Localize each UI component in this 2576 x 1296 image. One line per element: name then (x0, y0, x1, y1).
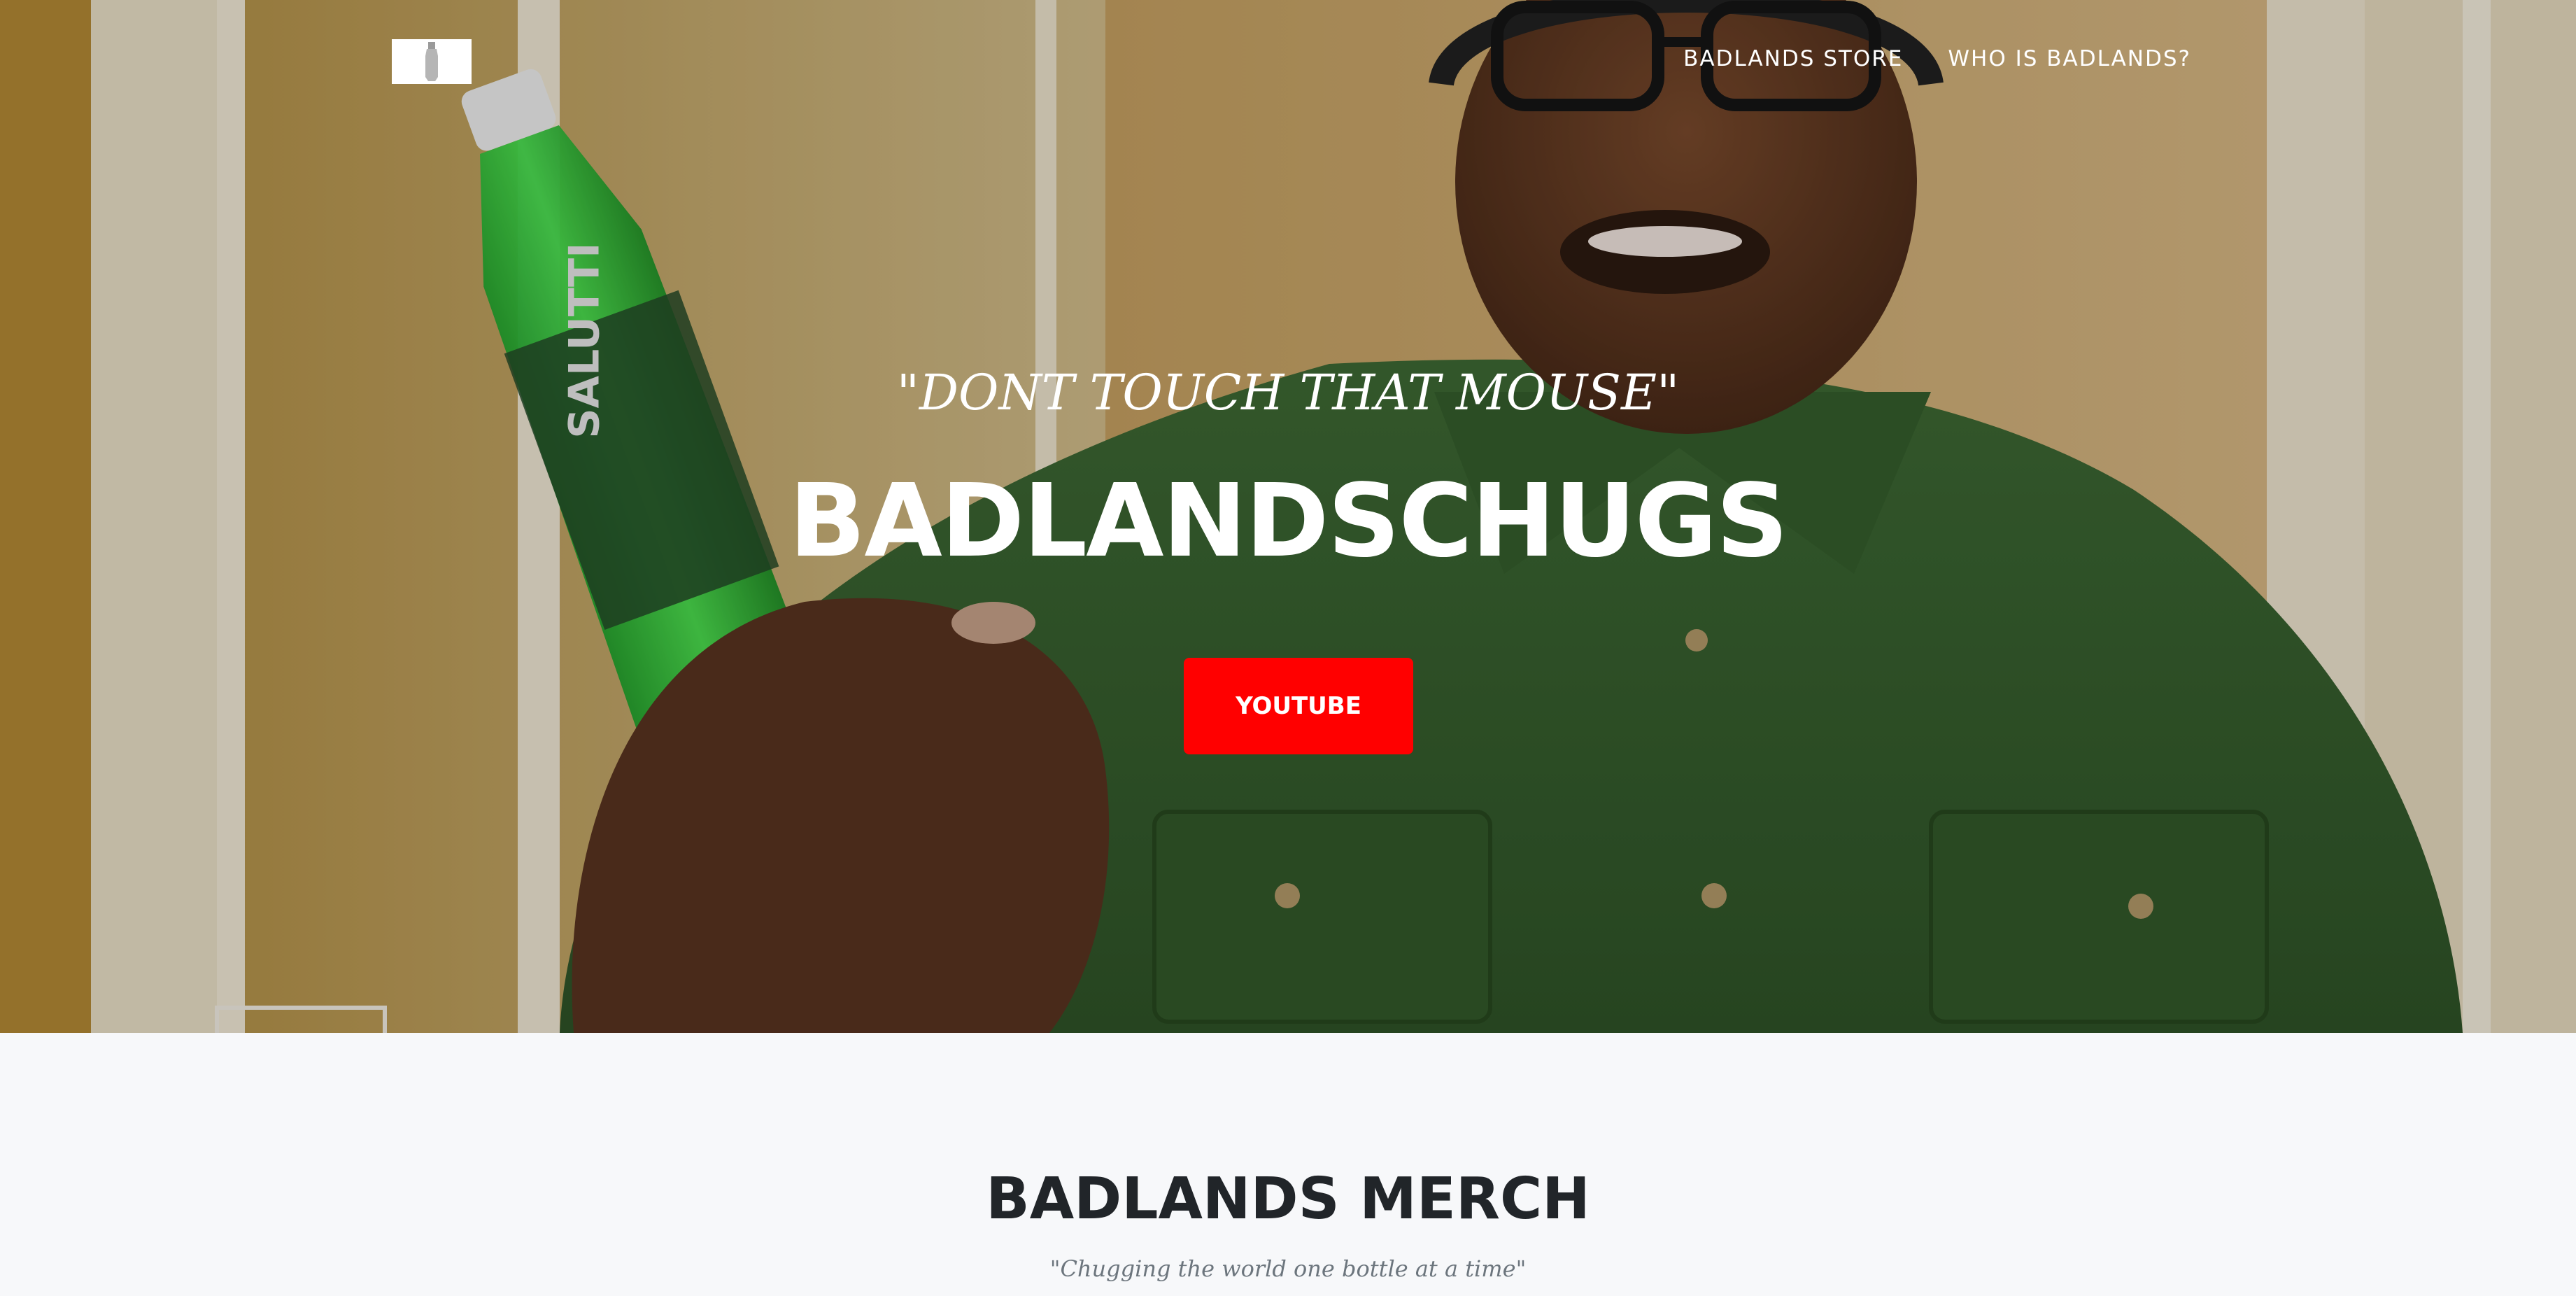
merch-section: BADLANDS MERCH "Chugging the world one b… (0, 1033, 2576, 1296)
main-nav: BADLANDS STORE WHO IS BADLANDS? (1683, 43, 2191, 74)
nav-link-badlands-store[interactable]: BADLANDS STORE (1683, 43, 1903, 74)
hero-headline: BADLANDSCHUGS (788, 462, 1789, 579)
merch-subheading: "Chugging the world one bottle at a time… (1049, 1255, 1527, 1282)
site-logo[interactable] (392, 39, 472, 84)
bottle-logo-icon (425, 42, 438, 81)
hero-tagline: "DONT TOUCH THAT MOUSE" (896, 364, 1680, 421)
nav-link-who-is-badlands[interactable]: WHO IS BADLANDS? (1948, 43, 2191, 74)
youtube-button[interactable]: YOUTUBE (1184, 658, 1413, 754)
hero-section: SALUTTI BADLANDS STORE WHO IS BADLANDS? … (0, 0, 2576, 1033)
merch-heading: BADLANDS MERCH (986, 1166, 1590, 1232)
